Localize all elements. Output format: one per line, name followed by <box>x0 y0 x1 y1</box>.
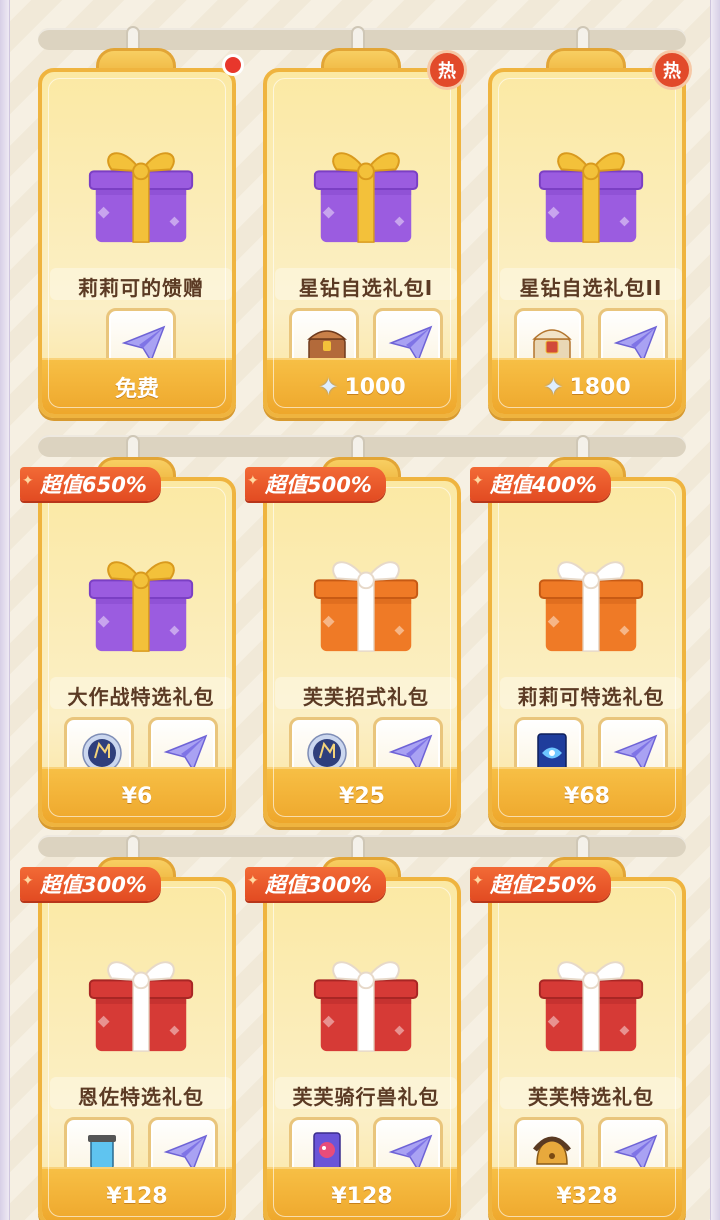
pack-title: 芙芙招式礼包 <box>303 685 429 709</box>
gift-box-icon <box>307 941 425 1059</box>
value-badge-label: 超值300% <box>40 873 147 897</box>
gift-pack-card[interactable]: 星钻自选礼包II 1 10 ✦1800 热 <box>488 26 692 418</box>
value-badge: 超值400% <box>470 467 611 501</box>
gift-pack-card[interactable]: 芙芙特选礼包 40 240 ¥328 超值250% <box>470 835 686 1220</box>
buy-button[interactable]: ¥128 <box>267 1167 457 1220</box>
gift-box-icon <box>82 541 200 659</box>
value-badge: 超值650% <box>20 467 161 501</box>
price-label: ¥68 <box>564 783 610 809</box>
price-label: 免费 <box>114 377 159 402</box>
value-badge-label: 超值300% <box>265 873 372 897</box>
gift-box-icon <box>307 132 425 250</box>
price-label: ¥25 <box>339 783 385 809</box>
right-frame <box>710 0 720 1220</box>
pack-title: 芙芙骑行兽礼包 <box>292 1085 440 1109</box>
value-badge-label: 超值650% <box>40 473 147 497</box>
gift-pack-card[interactable]: 芙芙骑行兽礼包 60 120 ¥128 超值300% <box>245 835 461 1220</box>
value-badge-label: 超值500% <box>265 473 372 497</box>
value-badge: 超值250% <box>470 867 611 901</box>
gift-box-icon <box>82 132 200 250</box>
pack-title: 莉莉可特选礼包 <box>517 685 665 709</box>
buy-button[interactable]: ¥68 <box>492 767 682 823</box>
buy-button[interactable]: ✦ 1000 <box>267 358 457 414</box>
price-label: 1000 <box>344 374 406 400</box>
gift-box-icon <box>307 541 425 659</box>
card-body: 大作战特选礼包 100 20 ¥6 <box>38 477 236 827</box>
buy-button[interactable]: ¥328 <box>492 1167 682 1220</box>
card-body: 莉莉可特选礼包 20 80 ¥68 <box>488 477 686 827</box>
hot-badge: 热 <box>427 50 467 90</box>
gift-pack-card[interactable]: 恩佐特选礼包 1000 120 ¥128 超值300% <box>20 835 236 1220</box>
price-label: ¥128 <box>331 1183 393 1209</box>
value-badge: 超值500% <box>245 467 386 501</box>
price-label: ¥128 <box>106 1183 168 1209</box>
card-body: 恩佐特选礼包 1000 120 ¥128 <box>38 877 236 1220</box>
price-label: ¥6 <box>121 783 153 809</box>
pack-title: 星钻自选礼包I <box>298 276 434 300</box>
pack-title: 星钻自选礼包II <box>519 276 663 300</box>
notification-dot <box>222 54 244 76</box>
gift-pack-card[interactable]: 大作战特选礼包 100 20 ¥6 超值650% <box>20 435 236 827</box>
buy-button[interactable]: ¥128 <box>42 1167 232 1220</box>
gift-box-icon <box>532 541 650 659</box>
gift-pack-card[interactable]: 星钻自选礼包I 1 5 ✦1000 热 <box>263 26 467 418</box>
card-body: 芙芙特选礼包 40 240 ¥328 <box>488 877 686 1220</box>
gift-box-icon <box>532 132 650 250</box>
gift-pack-card[interactable]: 莉莉可的馈赠 5 免费 <box>38 26 244 418</box>
value-badge-label: 超值250% <box>490 873 597 897</box>
left-frame <box>0 0 10 1220</box>
buy-button[interactable]: ¥25 <box>267 767 457 823</box>
card-body: 莉莉可的馈赠 5 免费 <box>38 68 236 418</box>
gift-box-icon <box>532 941 650 1059</box>
price-label: 1800 <box>569 374 631 400</box>
pack-title: 恩佐特选礼包 <box>78 1085 204 1109</box>
price-label: ¥328 <box>556 1183 618 1209</box>
buy-button[interactable]: 免费 <box>42 358 232 414</box>
value-badge-label: 超值400% <box>490 473 597 497</box>
value-badge: 超值300% <box>20 867 161 901</box>
pack-title: 莉莉可的馈赠 <box>78 276 204 300</box>
star-diamond-icon: ✦ <box>543 373 564 401</box>
card-body: 星钻自选礼包II 1 10 ✦1800 <box>488 68 686 418</box>
gift-pack-card[interactable]: 芙芙招式礼包 800 65 ¥25 超值500% <box>245 435 461 827</box>
gift-box-icon <box>82 941 200 1059</box>
card-body: 星钻自选礼包I 1 5 ✦1000 <box>263 68 461 418</box>
pack-title: 芙芙特选礼包 <box>528 1085 654 1109</box>
buy-button[interactable]: ✦ 1800 <box>492 358 682 414</box>
gift-pack-card[interactable]: 莉莉可特选礼包 20 80 ¥68 超值400% <box>470 435 686 827</box>
hot-badge: 热 <box>652 50 692 90</box>
value-badge: 超值300% <box>245 867 386 901</box>
card-body: 芙芙骑行兽礼包 60 120 ¥128 <box>263 877 461 1220</box>
star-diamond-icon: ✦ <box>318 373 339 401</box>
pack-title: 大作战特选礼包 <box>67 685 215 709</box>
card-body: 芙芙招式礼包 800 65 ¥25 <box>263 477 461 827</box>
buy-button[interactable]: ¥6 <box>42 767 232 823</box>
